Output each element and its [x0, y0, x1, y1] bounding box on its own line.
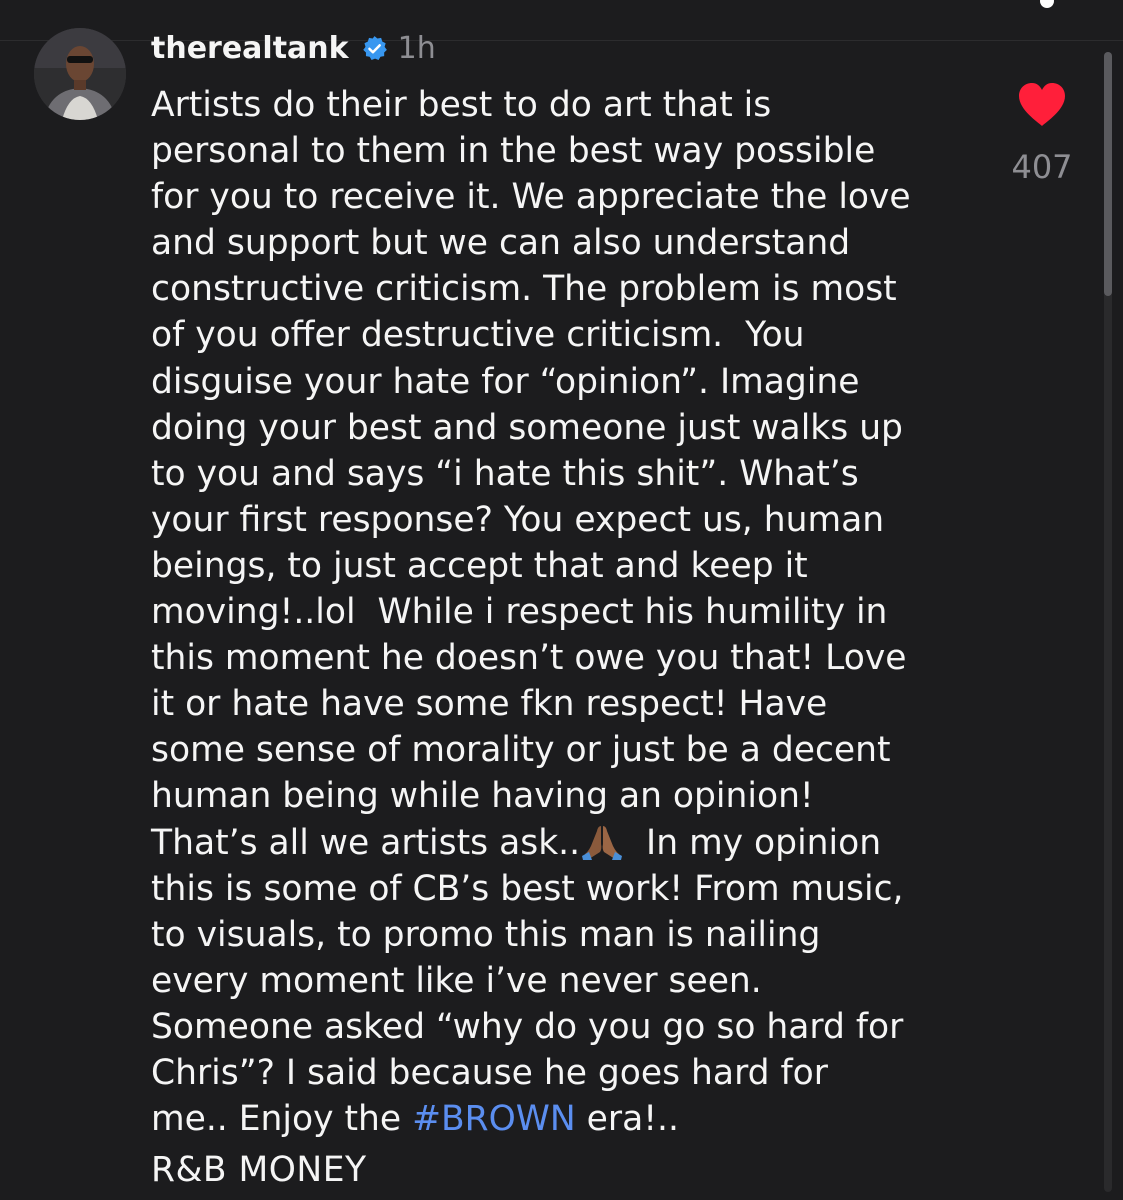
- comment-text-segment: In my opinion: [624, 822, 882, 863]
- comment-line: your first response? You expect us, huma…: [151, 499, 885, 540]
- comment-line: human being while having an opinion!: [151, 776, 814, 817]
- comment-line: me.. Enjoy the #BROWN era!..: [151, 1096, 991, 1142]
- comment-line: Chris”? I said because he goes hard for: [151, 1052, 828, 1093]
- username-link[interactable]: therealtank: [151, 31, 349, 66]
- hashtag-link[interactable]: #BROWN: [412, 1099, 576, 1139]
- comment-text-segment: That’s all we artists ask..: [151, 822, 581, 863]
- avatar[interactable]: [34, 28, 126, 120]
- comment-line: this is some of CB’s best work! From mus…: [151, 868, 904, 909]
- comment-text-segment: me.. Enjoy the: [151, 1099, 413, 1140]
- comment-line: doing your best and someone just walks u…: [151, 407, 903, 448]
- top-dot-icon: [1040, 0, 1054, 8]
- comment-line: beings, to just accept that and keep it: [151, 545, 808, 586]
- comment-timestamp: 1h: [397, 30, 436, 66]
- comment-line: moving!..lol While i respect his humilit…: [151, 592, 888, 633]
- comment-line: to visuals, to promo this man is nailing: [151, 914, 821, 955]
- like-button[interactable]: [1016, 82, 1068, 128]
- comment-line: and support but we can also understand: [151, 223, 851, 264]
- verified-badge-icon: [361, 35, 388, 62]
- comment-body: Artists do their best to do art that is …: [151, 82, 991, 1142]
- folded-hands-emoji: [580, 822, 624, 860]
- comment-line: this moment he doesn’t owe you that! Lov…: [151, 638, 907, 679]
- comment-header: therealtank 1h: [151, 26, 436, 70]
- comment-line: it or hate have some fkn respect! Have: [151, 684, 828, 725]
- scroll-thumb[interactable]: [1104, 52, 1112, 296]
- avatar-image: [34, 28, 126, 120]
- comment-line: every moment like i’ve never seen.: [151, 960, 762, 1001]
- comment-line: to you and says “i hate this shit”. What…: [151, 453, 859, 494]
- comment-line: for you to receive it. We appreciate the…: [151, 177, 911, 218]
- comment-line: Artists do their best to do art that is: [151, 85, 772, 125]
- like-count: 407: [1011, 148, 1073, 186]
- comment-line: personal to them in the best way possibl…: [151, 131, 876, 172]
- heart-icon: [1019, 83, 1065, 126]
- comment-line: constructive criticism. The problem is m…: [151, 269, 897, 310]
- comment-line: some sense of morality or just be a dece…: [151, 730, 891, 771]
- comment-line: of you offer destructive criticism. You: [151, 315, 805, 356]
- comment-line: Someone asked “why do you go so hard for: [151, 1006, 904, 1047]
- scrollbar[interactable]: [1104, 52, 1112, 1192]
- comment-text-segment: era!..: [575, 1099, 679, 1140]
- comment-line: disguise your hate for “opinion”. Imagin…: [151, 361, 860, 402]
- comment-line: That’s all we artists ask.. In my opinio…: [151, 820, 991, 866]
- next-comment-preview: R&B MONEY: [151, 1150, 367, 1190]
